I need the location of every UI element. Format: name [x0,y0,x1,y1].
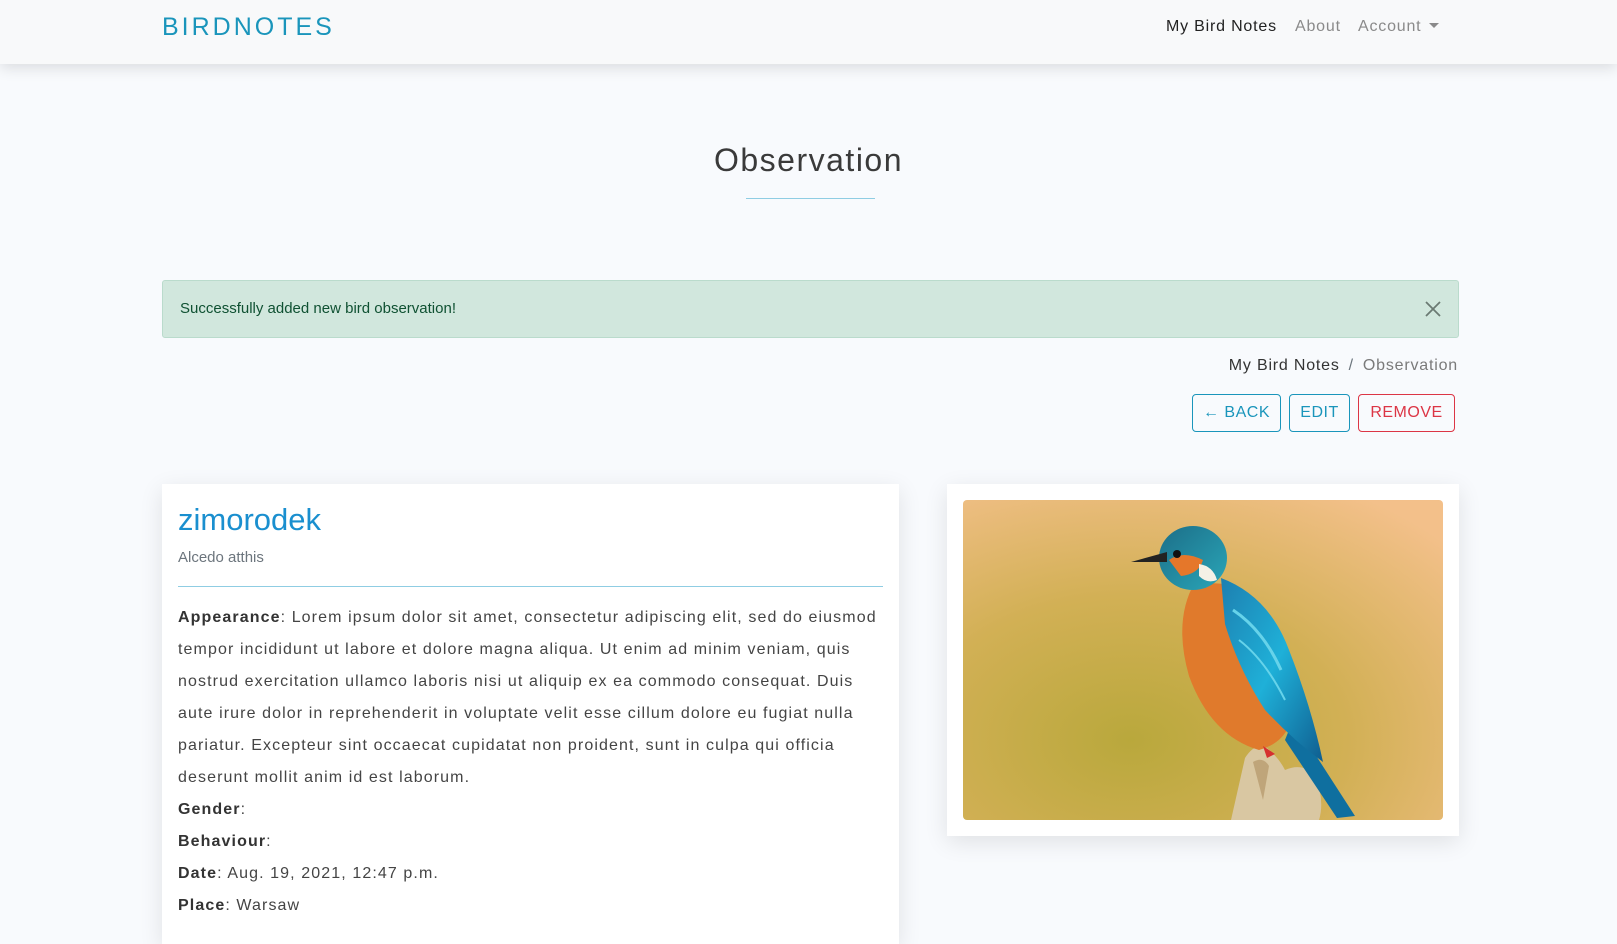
edit-button[interactable]: EDIT [1289,394,1350,432]
field-label: Gender [178,801,241,818]
navbar: BIRDNOTES My Bird Notes About Account [0,0,1617,64]
success-alert: Successfully added new bird observation! [162,280,1459,338]
field-label: Appearance [178,609,281,626]
chevron-down-icon [1429,23,1440,28]
field-value: Aug. 19, 2021, 12:47 p.m. [227,865,439,882]
brand-logo[interactable]: BIRDNOTES [162,13,335,42]
observation-details: Appearance: Lorem ipsum dolor sit amet, … [178,602,883,922]
field-label: Place [178,897,226,914]
close-icon[interactable] [1422,298,1444,320]
breadcrumb-separator: / [1348,357,1354,374]
nav-my-bird-notes[interactable]: My Bird Notes [1166,18,1277,36]
field-place: Place: Warsaw [178,897,301,914]
field-label: Behaviour [178,833,267,850]
field-date: Date: Aug. 19, 2021, 12:47 p.m. [178,865,439,882]
breadcrumb-current: Observation [1362,357,1458,374]
field-behaviour: Behaviour: [178,833,272,850]
card-divider [178,586,883,587]
field-gender: Gender: [178,801,247,818]
field-value: Warsaw [236,897,301,914]
nav-account-label: Account [1358,18,1422,35]
photo-card [947,484,1459,836]
field-value: Lorem ipsum dolor sit amet, consectetur … [178,609,877,786]
bird-name: zimorodek [178,502,321,537]
back-button[interactable]: ← BACK [1192,394,1281,432]
breadcrumb: My Bird Notes / Observation [1229,357,1458,375]
bird-latin-name: Alcedo atthis [178,549,264,566]
remove-button[interactable]: REMOVE [1358,394,1455,432]
page-title: Observation [713,142,904,178]
kingfisher-photo [963,500,1443,820]
breadcrumb-my-bird-notes[interactable]: My Bird Notes [1229,357,1340,374]
field-label: Date [178,865,218,882]
nav-account-dropdown[interactable]: Account [1358,18,1440,36]
title-underline [746,198,875,199]
alert-message: Successfully added new bird observation! [180,300,456,317]
observation-card: zimorodek Alcedo atthis Appearance: Lore… [162,484,899,944]
nav-about[interactable]: About [1295,18,1341,36]
field-appearance: Appearance: Lorem ipsum dolor sit amet, … [178,609,877,786]
